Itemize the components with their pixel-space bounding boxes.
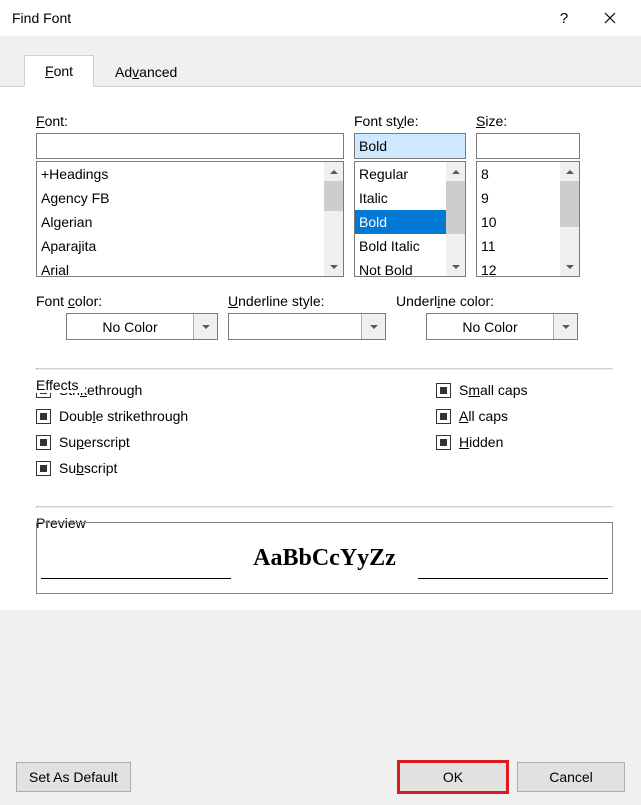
tab-font[interactable]: Font [24,55,94,87]
list-item[interactable]: Aparajita [37,234,324,258]
title-bar: Find Font ? [0,0,641,36]
list-item[interactable]: Italic [355,186,446,210]
dialog-footer: Set As Default OK Cancel [0,749,641,805]
checkbox-superscript[interactable]: Superscript [36,434,436,450]
underline-style-combo[interactable] [228,313,386,340]
dialog-body: Font Advanced Font: +Headings Agency FB … [0,36,641,749]
checkbox-small-caps[interactable]: Small caps [436,382,613,398]
checkbox-subscript[interactable]: Subscript [36,460,436,476]
effects-label: Effects [36,377,85,393]
tab-strip: Font Advanced [0,54,641,87]
list-item[interactable]: 10 [477,210,560,234]
cancel-button[interactable]: Cancel [517,762,625,792]
scrollbar[interactable] [560,162,579,276]
font-color-value: No Color [67,319,193,335]
scroll-up-icon[interactable] [560,162,579,181]
font-input[interactable] [36,133,344,159]
scroll-down-icon[interactable] [446,257,465,276]
underline-color-value: No Color [427,319,553,335]
list-item[interactable]: Bold [355,210,446,234]
tab-panel-font: Font: +Headings Agency FB Algerian Apara… [0,87,641,610]
list-item[interactable]: Not Bold [355,258,446,276]
list-item[interactable]: 8 [477,162,560,186]
size-listbox[interactable]: 8 9 10 11 12 [476,161,580,277]
scroll-up-icon[interactable] [446,162,465,181]
underline-color-label: Underline color: [396,293,578,309]
list-item[interactable]: 11 [477,234,560,258]
list-item[interactable]: 9 [477,186,560,210]
size-label: Size: [476,113,580,129]
font-style-listbox[interactable]: Regular Italic Bold Bold Italic Not Bold [354,161,466,277]
scroll-up-icon[interactable] [324,162,343,181]
list-item[interactable]: +Headings [37,162,324,186]
list-item[interactable]: Agency FB [37,186,324,210]
checkbox-all-caps[interactable]: All caps [436,408,613,424]
help-button[interactable]: ? [541,3,587,33]
font-style-label: Font style: [354,113,466,129]
font-listbox[interactable]: +Headings Agency FB Algerian Aparajita A… [36,161,344,277]
tab-advanced[interactable]: Advanced [94,56,198,87]
checkbox-hidden[interactable]: Hidden [436,434,613,450]
font-color-combo[interactable]: No Color [66,313,218,340]
scrollbar[interactable] [324,162,343,276]
close-button[interactable] [587,3,633,33]
scroll-down-icon[interactable] [560,257,579,276]
set-as-default-button[interactable]: Set As Default [16,762,131,792]
list-item[interactable]: Arial [37,258,324,276]
checkbox-strikethrough[interactable]: Strikethrough [36,382,436,398]
preview-text: AaBbCcYyZz [253,545,396,572]
underline-style-label: Underline style: [228,293,386,309]
checkbox-double-strikethrough[interactable]: Double strikethrough [36,408,436,424]
underline-color-combo[interactable]: No Color [426,313,578,340]
ok-button[interactable]: OK [399,762,507,792]
list-item[interactable]: Algerian [37,210,324,234]
scroll-down-icon[interactable] [324,257,343,276]
chevron-down-icon[interactable] [553,314,577,339]
dialog-title: Find Font [12,10,541,26]
size-input[interactable] [476,133,580,159]
scrollbar[interactable] [446,162,465,276]
list-item[interactable]: 12 [477,258,560,276]
preview-box: AaBbCcYyZz [36,522,613,594]
font-style-input[interactable] [354,133,466,159]
font-color-label: Font color: [36,293,218,309]
list-item[interactable]: Regular [355,162,446,186]
chevron-down-icon[interactable] [361,314,385,339]
close-icon [604,12,616,24]
font-label: Font: [36,113,344,129]
list-item[interactable]: Bold Italic [355,234,446,258]
chevron-down-icon[interactable] [193,314,217,339]
